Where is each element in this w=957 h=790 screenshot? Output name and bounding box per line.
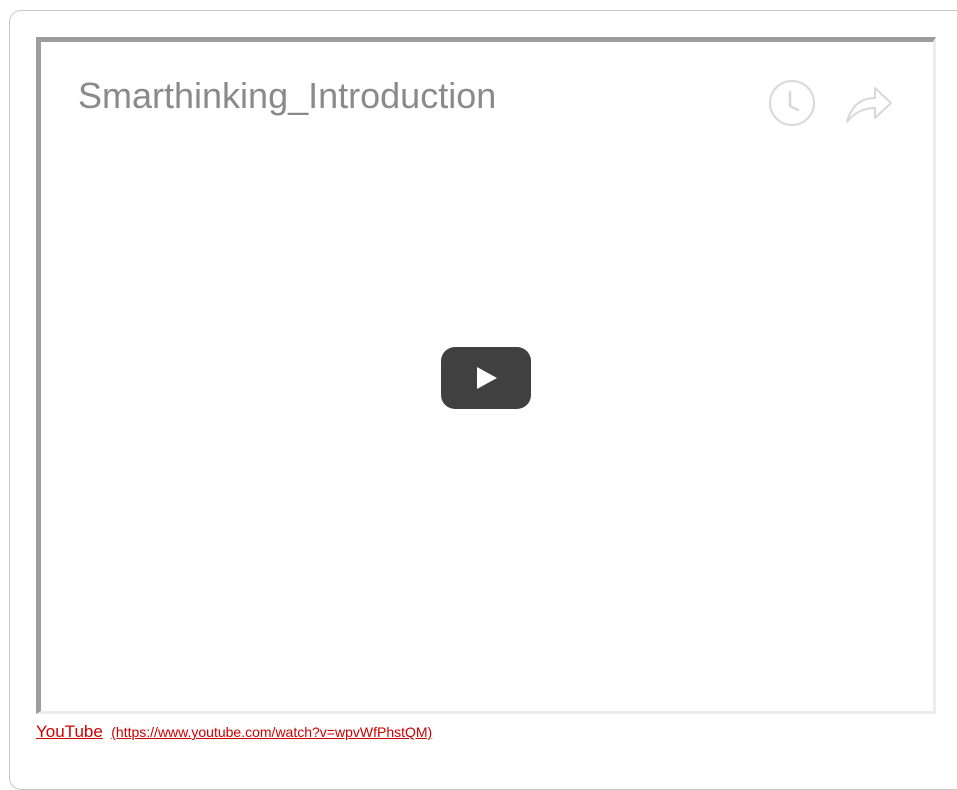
share-arrow-icon[interactable] [843,80,895,126]
clock-icon[interactable] [767,78,817,128]
video-player[interactable]: Smarthinking_Introduction [36,37,936,714]
video-top-controls [767,78,895,128]
play-button[interactable] [441,347,531,409]
youtube-link[interactable]: YouTube [36,722,103,741]
source-attribution: YouTube (https://www.youtube.com/watch?v… [36,722,432,742]
video-title[interactable]: Smarthinking_Introduction [78,75,496,117]
video-url-link[interactable]: (https://www.youtube.com/watch?v=wpvWfPh… [111,724,432,740]
